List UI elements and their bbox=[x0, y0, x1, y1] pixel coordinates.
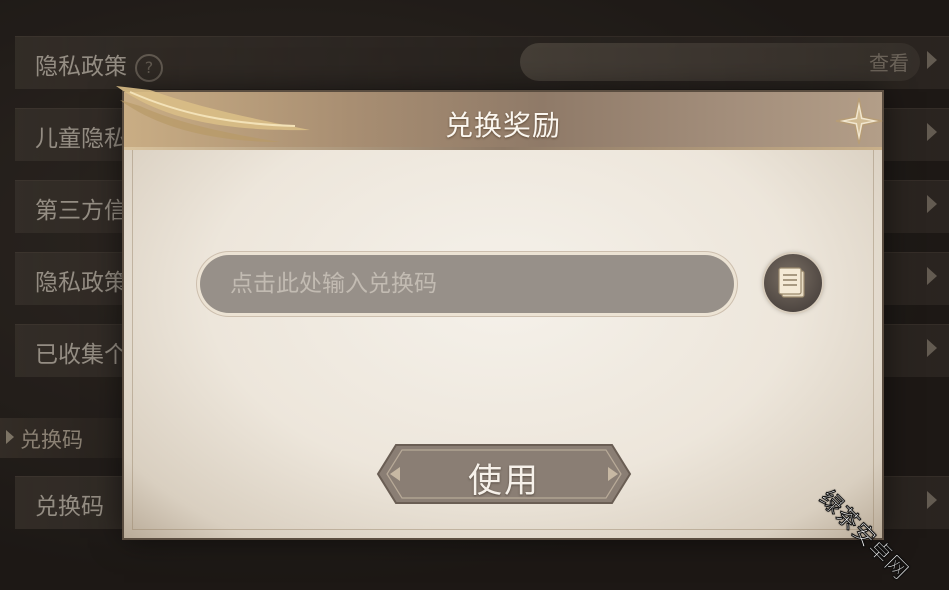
use-button[interactable]: 使用 bbox=[374, 441, 634, 507]
redeem-code-input[interactable] bbox=[200, 255, 734, 313]
paste-icon bbox=[778, 267, 805, 298]
redeem-reward-dialog: 兑换奖励 使用 bbox=[116, 86, 883, 538]
dialog-header: 兑换奖励 bbox=[116, 86, 883, 150]
paste-button[interactable] bbox=[764, 254, 822, 312]
close-icon[interactable] bbox=[832, 94, 886, 148]
dialog-title: 兑换奖励 bbox=[444, 109, 561, 142]
use-button-label: 使用 bbox=[468, 461, 540, 501]
